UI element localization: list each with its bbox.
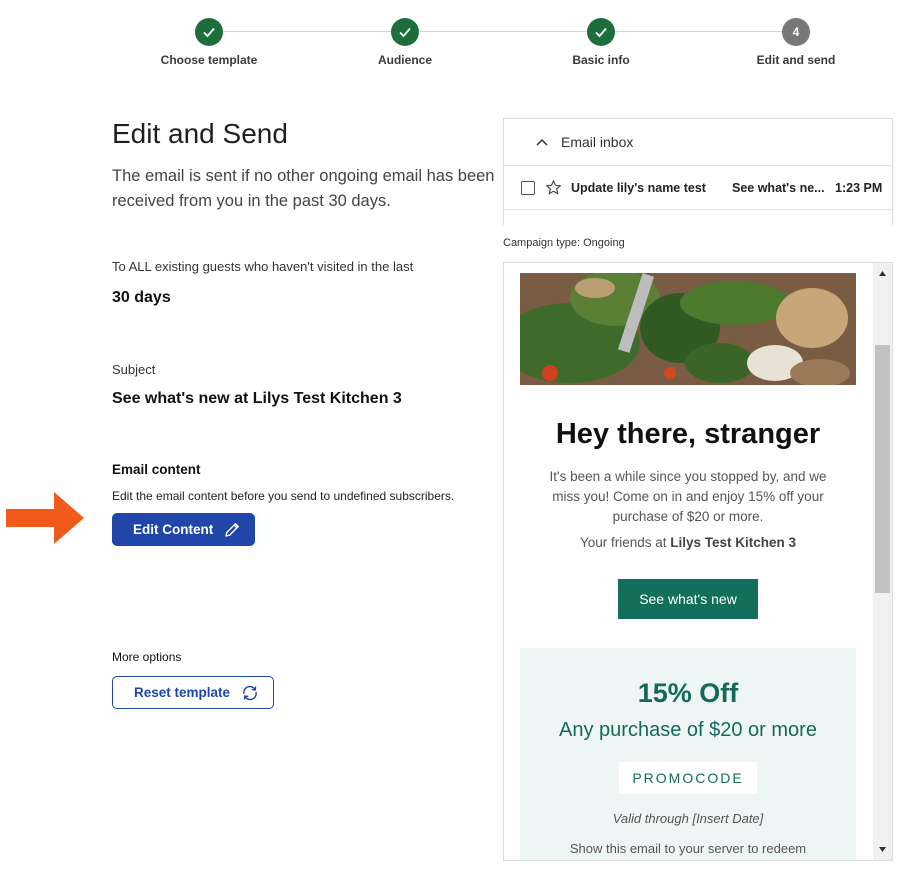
offer-title: 15% Off	[637, 678, 739, 708]
promo-code: PROMOCODE	[619, 762, 757, 794]
edit-content-label: Edit Content	[133, 522, 214, 537]
page-description: The email is sent if no other ongoing em…	[112, 167, 495, 210]
redeem-instructions: Show this email to your server to redeem	[569, 841, 807, 856]
step-number: 4	[782, 18, 810, 46]
inbox-email-row[interactable]: Update lily's name test See what's ne...…	[504, 166, 892, 210]
check-icon	[195, 18, 223, 46]
email-sender: Update lily's name test	[571, 180, 706, 195]
star-icon[interactable]	[545, 179, 562, 196]
page-title: Edit and Send	[112, 118, 288, 149]
email-preview-pane[interactable]: Hey there, stranger It's been a while si…	[503, 262, 893, 861]
subject-label: Subject	[112, 362, 156, 377]
step-label: Audience	[377, 53, 432, 67]
audience-value: 30 days	[112, 289, 171, 306]
signature-name: Lilys Test Kitchen 3	[670, 535, 797, 550]
step-edit-and-send: 4 Edit and send	[726, 18, 866, 67]
inbox-email-row[interactable]	[504, 210, 892, 225]
progress-stepper: Choose template Audience Basic info 4 Ed…	[0, 0, 920, 80]
audience-section: To ALL existing guests who haven't visit…	[112, 259, 497, 307]
preview-scrollbar[interactable]	[873, 263, 892, 860]
email-content-description: Edit the email content before you send t…	[112, 489, 455, 503]
step-label: Choose template	[160, 53, 258, 67]
step-label: Edit and send	[756, 53, 836, 67]
scrollbar-thumb[interactable]	[875, 345, 890, 593]
email-inbox-panel: Email inbox Update lily's name test See …	[503, 118, 893, 225]
subject-value: See what's new at Lilys Test Kitchen 3	[112, 390, 402, 407]
chevron-up-icon	[536, 138, 548, 146]
check-icon	[587, 18, 615, 46]
offer-subtitle: Any purchase of $20 or more	[559, 719, 817, 741]
see-whats-new-button[interactable]: See what's new	[618, 579, 758, 619]
step-basic-info[interactable]: Basic info	[531, 18, 671, 67]
reset-template-label: Reset template	[134, 685, 231, 700]
email-subject-snippet: See what's ne...	[732, 180, 825, 195]
step-label: Basic info	[572, 53, 630, 67]
reset-template-button[interactable]: Reset template	[112, 676, 275, 709]
campaign-type-value: Ongoing	[583, 237, 625, 249]
valid-through: Valid through [Insert Date]	[612, 811, 764, 826]
check-icon	[391, 18, 419, 46]
inbox-title: Email inbox	[561, 134, 634, 150]
email-preview-content: Hey there, stranger It's been a while si…	[520, 273, 856, 860]
more-options-heading: More options	[112, 650, 182, 664]
email-body: It's been a while since you stopped by, …	[549, 469, 827, 524]
orange-arrow-icon	[6, 492, 84, 544]
signature-prefix: Your friends at	[579, 535, 667, 550]
more-options-section: More options Reset template	[112, 650, 497, 709]
subject-section: Subject See what's new at Lilys Test Kit…	[112, 362, 497, 408]
campaign-type-label: Campaign type:	[503, 237, 581, 249]
email-time: 1:23 PM	[835, 180, 883, 195]
offer-box: 15% Off Any purchase of $20 or more PROM…	[520, 648, 856, 860]
edit-content-button[interactable]: Edit Content	[112, 513, 256, 546]
step-audience[interactable]: Audience	[335, 18, 475, 67]
campaign-type: Campaign type: Ongoing	[503, 237, 625, 249]
email-content-section: Email content Edit the email content bef…	[112, 462, 497, 546]
scroll-down-arrow-icon[interactable]	[873, 841, 892, 858]
hero-image	[520, 273, 856, 385]
row-checkbox[interactable]	[521, 180, 535, 195]
edit-send-form: Edit and Send The email is sent if no ot…	[112, 118, 497, 709]
pencil-icon	[225, 522, 240, 537]
step-choose-template[interactable]: Choose template	[139, 18, 279, 67]
scroll-up-arrow-icon[interactable]	[873, 265, 892, 282]
email-content-heading: Email content	[112, 462, 201, 477]
refresh-icon	[243, 685, 257, 700]
inbox-header[interactable]: Email inbox	[504, 119, 892, 166]
audience-label: To ALL existing guests who haven't visit…	[112, 259, 414, 274]
email-signature: Your friends at Lilys Test Kitchen 3	[520, 535, 856, 550]
stepper-line	[209, 31, 796, 32]
email-greeting: Hey there, stranger	[555, 418, 821, 450]
